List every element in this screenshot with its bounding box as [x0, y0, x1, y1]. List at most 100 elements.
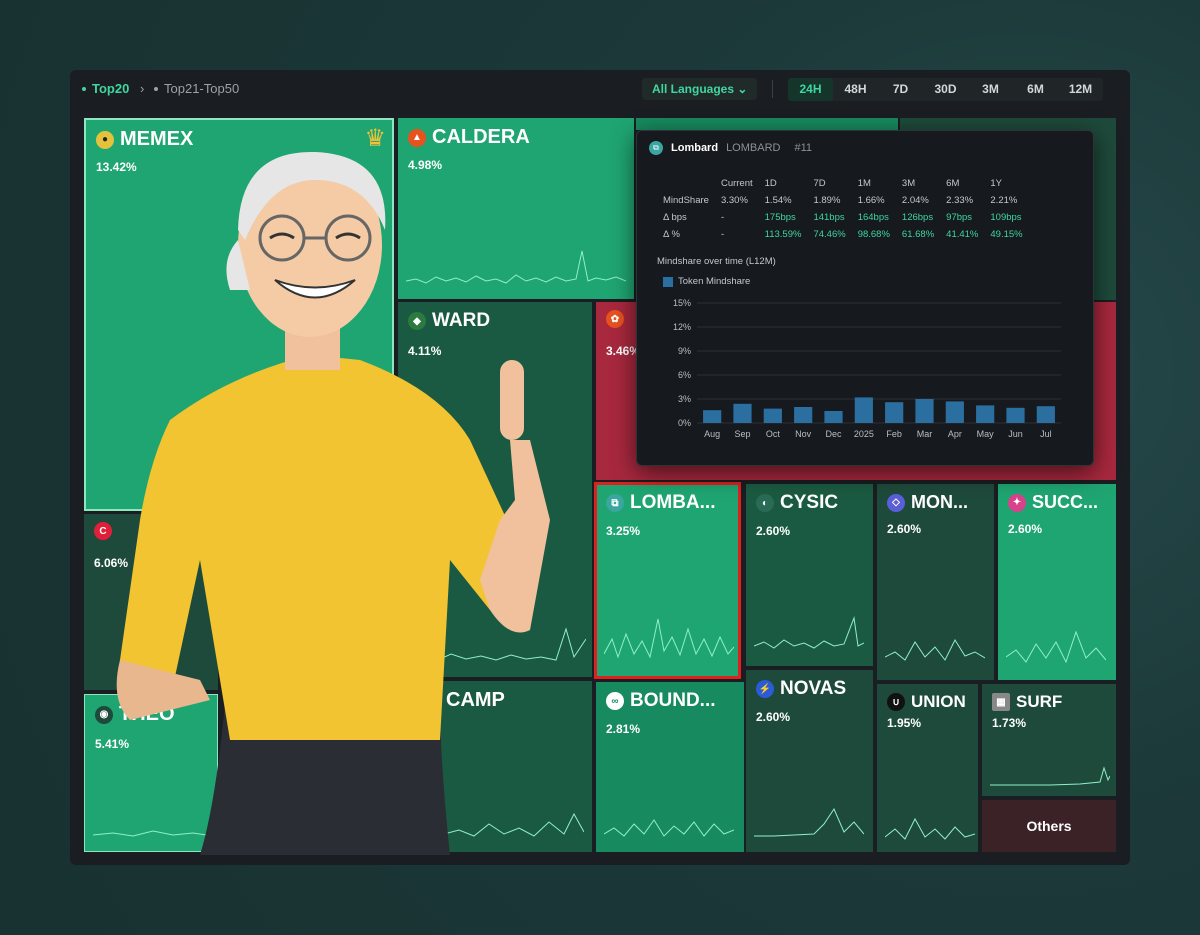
- chevron-down-icon: ⌄: [737, 82, 748, 96]
- range-24h[interactable]: 24H: [788, 78, 833, 101]
- token-rank: #11: [794, 142, 813, 154]
- sparkline: [604, 819, 734, 837]
- chart-bar: [1006, 407, 1025, 423]
- tile-percent: 3.25%: [606, 524, 641, 538]
- tile-name: LOMBA...: [630, 492, 716, 513]
- legend-label: Token Mindshare: [678, 276, 751, 287]
- tile-percent: 3.46%: [606, 344, 641, 358]
- surf-icon: ▦: [992, 693, 1010, 711]
- token-symbol: LOMBARD: [726, 142, 781, 154]
- tooltip-header: ⧉ Lombard LOMBARD #11: [649, 141, 812, 155]
- x-tick-label: Jun: [1008, 429, 1023, 439]
- tile-percent: 1.95%: [887, 716, 922, 730]
- x-tick-label: Oct: [766, 429, 781, 439]
- tile-surf[interactable]: ▦ SURF 1.73%: [982, 684, 1116, 796]
- chart-bar: [885, 402, 904, 423]
- tile-succinct[interactable]: ✦ SUCC... 2.60%: [998, 484, 1116, 680]
- table-header-row: Current 1D 7D 1M 3M 6M 1Y: [720, 178, 1003, 189]
- x-tick-label: 2025: [854, 429, 874, 439]
- breadcrumb-top21-top50[interactable]: Top21-Top50: [154, 81, 239, 96]
- tile-name: MON...: [911, 492, 968, 512]
- chart-bar: [1036, 406, 1055, 423]
- stats-table: Current 1D 7D 1M 3M 6M 1Y MindShare 3.30…: [657, 175, 1029, 243]
- tile-percent: 2.60%: [756, 710, 791, 724]
- chart-bar: [763, 408, 782, 423]
- tile-name: BOUND...: [630, 690, 716, 711]
- y-tick-label: 9%: [678, 346, 691, 356]
- chart-legend: Token Mindshare: [663, 276, 750, 287]
- chart-bar: [976, 405, 995, 423]
- range-3m[interactable]: 3M: [968, 78, 1013, 101]
- tile-novas[interactable]: ⚡ NOVAS 2.60%: [746, 670, 873, 852]
- others-label: Others: [1026, 818, 1072, 834]
- range-7d[interactable]: 7D: [878, 78, 923, 101]
- tile-percent: 1.73%: [992, 716, 1027, 730]
- chart-bar: [794, 407, 813, 423]
- x-tick-label: Mar: [917, 429, 933, 439]
- y-tick-label: 12%: [673, 322, 691, 332]
- tile-boundless[interactable]: ∞ BOUND... 2.81%: [596, 682, 744, 852]
- x-tick-label: May: [977, 429, 995, 439]
- sparkline: [604, 618, 734, 659]
- novas-icon: ⚡: [756, 680, 774, 698]
- cartoon-person-illustration: [116, 151, 550, 855]
- lombard-icon: ⧉: [606, 494, 624, 512]
- x-tick-label: Dec: [825, 429, 842, 439]
- mindshare-chart: 0% 3% 6% 9% 12% 15% Aug Sep Oct Nov Dec 2025 Feb Mar A…: [651, 293, 1081, 453]
- tile-percent: 2.60%: [887, 522, 922, 536]
- tile-union[interactable]: ∪ UNION 1.95%: [877, 684, 978, 852]
- monad-icon: ◇: [887, 493, 905, 512]
- chart-bar: [945, 401, 964, 423]
- tile-percent: 2.81%: [606, 722, 641, 736]
- range-30d[interactable]: 30D: [923, 78, 968, 101]
- tile-lombard[interactable]: ⧉ LOMBA... 3.25%: [596, 484, 741, 677]
- time-range-selector: 24H 48H 7D 30D 3M 6M 12M: [788, 78, 1103, 101]
- y-tick-label: 6%: [678, 370, 691, 380]
- chart-bar: [915, 399, 934, 423]
- tile-name: NOVAS: [780, 678, 847, 699]
- divider: [772, 80, 773, 98]
- token-name: Lombard: [671, 142, 719, 154]
- tile-hidden[interactable]: [636, 118, 898, 130]
- chart-bar: [854, 397, 873, 423]
- red-icon: ✿: [606, 310, 624, 328]
- language-select[interactable]: All Languages ⌄: [642, 78, 758, 100]
- chart-bar: [824, 411, 843, 423]
- tile-percent: 2.60%: [756, 524, 791, 538]
- table-row: MindShare 3.30% 1.54% 1.89% 1.66% 2.04% …: [663, 195, 1018, 206]
- breadcrumb-top20[interactable]: Top20: [82, 81, 129, 96]
- tile-others[interactable]: Others: [982, 800, 1116, 852]
- cysic-icon: ◐: [756, 494, 774, 512]
- x-tick-label: Aug: [704, 429, 720, 439]
- range-12m[interactable]: 12M: [1058, 78, 1103, 101]
- x-tick-label: Apr: [948, 429, 962, 439]
- chart-bar: [703, 410, 722, 423]
- toolbar: Top20 › Top21-Top50 All Languages ⌄ 24H …: [70, 70, 1130, 112]
- lombard-icon: ⧉: [649, 141, 663, 155]
- tile-name: SUCC...: [1032, 492, 1099, 512]
- table-row: Δ % - 113.59% 74.46% 98.68% 61.68% 41.41…: [663, 229, 1023, 240]
- x-tick-label: Nov: [795, 429, 812, 439]
- boundless-icon: ∞: [606, 692, 624, 710]
- breadcrumb-chevron-icon: ›: [140, 81, 145, 96]
- chart-title: Mindshare over time (L12M): [657, 256, 776, 267]
- table-row: Δ bps - 175bps 141bps 164bps 126bps 97bp…: [663, 212, 1022, 223]
- range-48h[interactable]: 48H: [833, 78, 878, 101]
- tile-name: CYSIC: [780, 492, 839, 513]
- tile-percent: 2.60%: [1008, 522, 1043, 536]
- y-tick-label: 3%: [678, 394, 691, 404]
- sparkline: [885, 638, 985, 661]
- x-tick-label: Feb: [886, 429, 902, 439]
- sparkline: [754, 807, 864, 837]
- x-tick-label: Sep: [734, 429, 750, 439]
- legend-swatch: [663, 276, 673, 287]
- mindshare-chart-svg: 0% 3% 6% 9% 12% 15% Aug Sep Oct Nov Dec 2025 Feb Mar A…: [673, 298, 1061, 439]
- tile-cysic[interactable]: ◐ CYSIC 2.60%: [746, 484, 873, 666]
- tile-name: SURF: [1016, 692, 1063, 711]
- token-tooltip: ⧉ Lombard LOMBARD #11 Current 1D 7D 1M 3…: [636, 130, 1094, 466]
- succinct-icon: ✦: [1008, 493, 1026, 512]
- x-tick-label: Jul: [1040, 429, 1052, 439]
- y-tick-label: 15%: [673, 298, 691, 308]
- range-6m[interactable]: 6M: [1013, 78, 1058, 101]
- tile-monad[interactable]: ◇ MON... 2.60%: [877, 484, 994, 680]
